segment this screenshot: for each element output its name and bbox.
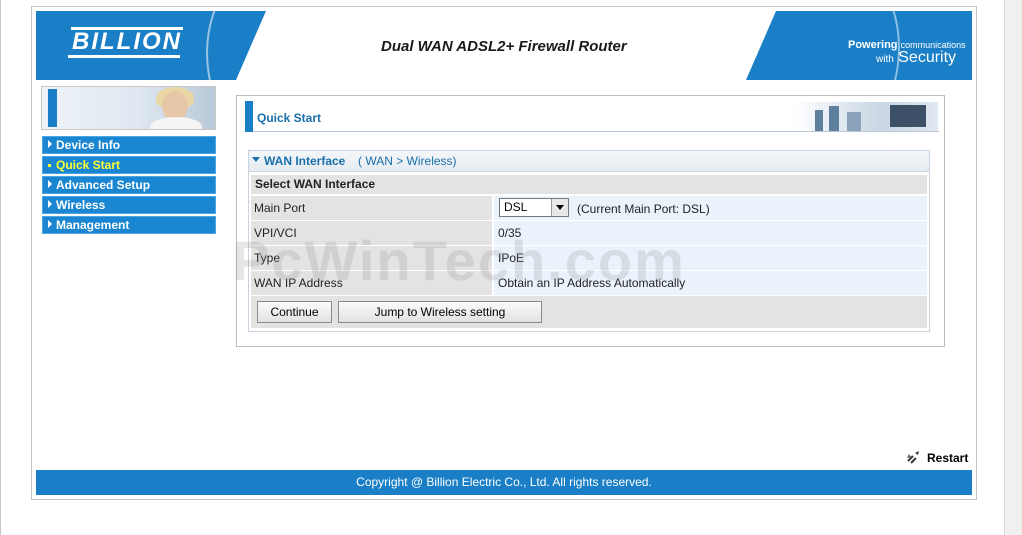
watermark: PcWinTech.com bbox=[232, 229, 686, 292]
restart-icon bbox=[907, 451, 919, 464]
main-port-select[interactable]: DSL bbox=[499, 198, 569, 217]
sidebar-item-device-info[interactable]: Device Info bbox=[42, 136, 216, 154]
jump-to-wireless-button[interactable]: Jump to Wireless setting bbox=[338, 301, 542, 323]
continue-button[interactable]: Continue bbox=[257, 301, 332, 323]
select-wan-subheader: Select WAN Interface bbox=[251, 175, 927, 194]
billion-logo: BILLION bbox=[72, 28, 182, 55]
chevron-down-icon[interactable] bbox=[551, 199, 568, 216]
bullet-icon bbox=[48, 164, 51, 167]
office-header-image bbox=[795, 102, 938, 131]
arrow-right-icon bbox=[48, 140, 52, 148]
row-label: Main Port bbox=[251, 196, 492, 220]
tagline-security: with Security bbox=[876, 49, 957, 66]
breadcrumb: ( WAN > Wireless) bbox=[358, 154, 457, 168]
sidebar-item-management[interactable]: Management bbox=[42, 216, 216, 234]
page-title: Quick Start bbox=[257, 111, 322, 125]
current-main-port-text: (Current Main Port: DSL) bbox=[577, 202, 710, 216]
title-accent-bar bbox=[245, 101, 253, 132]
arrow-right-icon bbox=[48, 200, 52, 208]
sidebar-item-wireless[interactable]: Wireless bbox=[42, 196, 216, 214]
sidebar-photo bbox=[41, 86, 216, 130]
vertical-scrollbar[interactable] bbox=[1004, 0, 1022, 535]
sidebar-item-advanced-setup[interactable]: Advanced Setup bbox=[42, 176, 216, 194]
product-title: Dual WAN ADSL2+ Firewall Router bbox=[381, 38, 627, 55]
copyright-footer: Copyright @ Billion Electric Co., Ltd. A… bbox=[36, 470, 972, 495]
sidebar-item-quick-start[interactable]: Quick Start bbox=[42, 156, 216, 174]
arrow-right-icon bbox=[48, 220, 52, 228]
section-title: WAN Interface bbox=[264, 154, 346, 168]
header-banner: BILLION Dual WAN ADSL2+ Firewall Router … bbox=[36, 11, 972, 80]
collapse-triangle-icon[interactable] bbox=[252, 157, 260, 162]
arrow-right-icon bbox=[48, 180, 52, 188]
sidebar-menu: Device Info Quick Start Advanced Setup W… bbox=[42, 136, 216, 236]
window-left-edge bbox=[0, 0, 1, 535]
section-header bbox=[249, 151, 929, 172]
restart-label: Restart bbox=[927, 451, 969, 465]
